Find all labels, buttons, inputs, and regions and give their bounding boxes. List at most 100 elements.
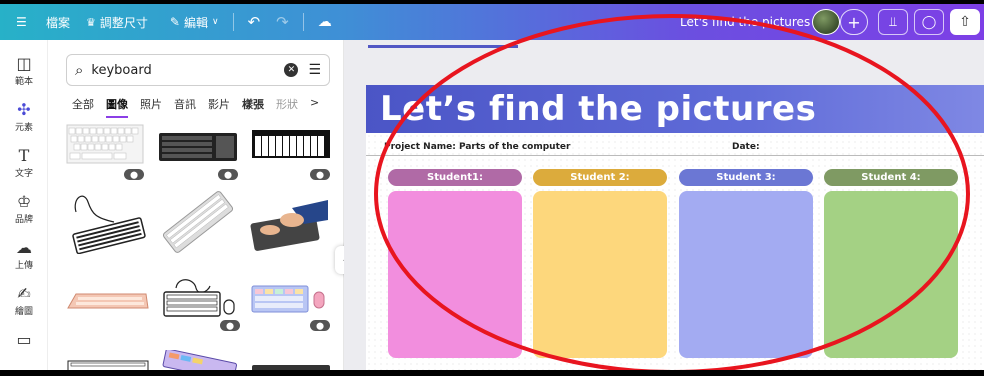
hamburger-icon[interactable]: ☰ (8, 4, 32, 40)
undo-button[interactable]: ↶ (240, 4, 269, 40)
keyboard-layout-icon (66, 124, 144, 164)
rail-item-label: 範本 (14, 77, 33, 87)
screenshot-frame: ☰ 檔案 ♛ 調整尺寸 ✎ 編輯 ∨ ↶ ↷ ☁ Let's find the … (0, 0, 984, 376)
tab-all[interactable]: 全部 (72, 96, 94, 118)
keyboard-graphic-5[interactable] (160, 350, 240, 370)
redo-button[interactable]: ↷ (268, 4, 297, 40)
peach-keyboard-icon (67, 293, 149, 309)
left-rail: ◫ 範本 ✣ 元素 T 文字 ♔ 品牌 ☁ 上傳 ✍ 繪圖 ▭ (0, 40, 48, 370)
keyboard-graphic-2[interactable] (158, 130, 238, 164)
chevron-down-icon: ∨ (211, 17, 219, 27)
file-menu-label: 檔案 (46, 15, 71, 30)
edit-label: 編輯 (183, 15, 208, 30)
text-icon: T (18, 146, 30, 165)
premium-badge: ⬤ (124, 169, 144, 180)
premium-badge: ⬤ (220, 320, 240, 331)
angled-keyboard-icon (162, 191, 234, 253)
draw-icon: ✍ (17, 284, 31, 303)
student-1-box[interactable] (388, 191, 522, 358)
slide-title[interactable]: Let’s find the pictures (380, 89, 816, 129)
student-3-box[interactable] (679, 191, 813, 358)
crown-icon: ♛ (86, 15, 96, 29)
premium-badge: ⬤ (310, 320, 330, 331)
edit-menu[interactable]: ✎ 編輯 ∨ (162, 4, 227, 40)
tabs-next-arrow[interactable]: > (310, 96, 319, 118)
rail-item-draw[interactable]: ✍ 繪圖 (0, 284, 48, 326)
top-toolbar: ☰ 檔案 ♛ 調整尺寸 ✎ 編輯 ∨ ↶ ↷ ☁ Let's find the … (0, 4, 984, 40)
typing-hands-graphic[interactable] (248, 190, 330, 254)
piano-keys-icon (252, 130, 330, 158)
tab-shapes[interactable]: 形狀 (276, 96, 298, 118)
slide-page[interactable]: Let’s find the pictures Project Name: Pa… (366, 85, 984, 370)
document-title[interactable]: Let's find the pictures (680, 4, 810, 40)
search-input[interactable]: ⌕ keyboard ✕ ☰ (66, 54, 330, 86)
add-collaborator-button[interactable]: + (840, 9, 868, 35)
toolbar-divider (232, 13, 234, 31)
premium-badge: ⬤ (218, 169, 238, 180)
tab-photos[interactable]: 照片 (140, 96, 162, 118)
avatar[interactable] (812, 9, 840, 35)
hands-typing-icon (250, 200, 328, 251)
dark-keyboard-partial-icon (252, 365, 330, 370)
tab-graphics[interactable]: 圖像 (106, 96, 128, 118)
piano-keyboard-graphic[interactable] (252, 130, 330, 158)
premium-badge: ⬤ (310, 169, 330, 180)
student-4-header[interactable]: Student 4: (824, 169, 958, 186)
project-name-label[interactable]: Project Name: Parts of the computer (384, 142, 570, 152)
pink-keyboard-graphic[interactable] (66, 286, 150, 316)
toolbar-divider (302, 13, 304, 31)
search-value: keyboard (91, 62, 152, 78)
bar-chart-icon: ⫫ (889, 14, 897, 30)
tab-mockups[interactable]: 樣張 (242, 96, 264, 118)
rail-item-elements[interactable]: ✣ 元素 (0, 100, 48, 142)
pastel-keyboard-mouse-icon (251, 285, 325, 313)
upload-icon: ☁ (16, 238, 32, 257)
share-button[interactable]: ⇧ (950, 9, 980, 35)
pastel-keyboard-graphic[interactable] (248, 280, 330, 320)
keyboard-graphic-1[interactable] (66, 124, 144, 170)
student-2-box[interactable] (533, 191, 667, 358)
rail-item-templates[interactable]: ◫ 範本 (0, 54, 48, 96)
white-keyboard-graphic[interactable] (160, 190, 236, 254)
rail-item-text[interactable]: T 文字 (0, 146, 48, 188)
comments-button[interactable]: ◯ (914, 9, 944, 35)
share-icon: ⇧ (959, 14, 971, 30)
keyboard-graphic-6[interactable] (252, 358, 330, 370)
student-4-box[interactable] (824, 191, 958, 358)
resize-button[interactable]: ♛ 調整尺寸 (78, 4, 156, 40)
rail-item-projects[interactable]: ▭ (0, 330, 48, 370)
colorful-keyboard-icon (162, 350, 238, 370)
cloud-check-icon: ☁ (317, 14, 332, 30)
student-1-header[interactable]: Student1: (388, 169, 522, 186)
date-label[interactable]: Date: (732, 142, 760, 152)
keyboard-dark-icon (159, 133, 237, 161)
design-canvas: Let’s find the pictures Project Name: Pa… (344, 40, 984, 370)
pencil-icon: ✎ (169, 15, 180, 29)
tab-audio[interactable]: 音訊 (174, 96, 196, 118)
previous-page-edge (368, 40, 518, 48)
corded-keyboard-graphic[interactable] (66, 188, 150, 254)
rail-item-brand[interactable]: ♔ 品牌 (0, 192, 48, 234)
rail-item-label: 上傳 (14, 261, 33, 271)
student-2-header[interactable]: Student 2: (533, 169, 667, 186)
rail-item-label: 文字 (14, 169, 33, 179)
insights-button[interactable]: ⫫ (878, 9, 908, 35)
cloud-save-status[interactable]: ☁ (310, 4, 340, 40)
filter-icon[interactable]: ☰ (308, 62, 321, 78)
folder-icon: ▭ (16, 330, 32, 349)
template-icon: ◫ (16, 54, 32, 73)
tab-videos[interactable]: 影片 (208, 96, 230, 118)
keyboard-cable-icon (72, 195, 146, 254)
clear-icon[interactable]: ✕ (284, 63, 299, 77)
file-menu[interactable]: 檔案 (38, 4, 78, 40)
keyboard-graphic-4[interactable] (66, 356, 150, 370)
outline-keyboard-graphic[interactable] (158, 276, 240, 320)
undo-icon: ↶ (247, 13, 261, 31)
brand-icon: ♔ (16, 192, 32, 211)
rail-item-label: 品牌 (14, 215, 33, 225)
student-3-header[interactable]: Student 3: (679, 169, 813, 186)
rail-item-upload[interactable]: ☁ 上傳 (0, 238, 48, 280)
rail-item-label: 元素 (14, 123, 33, 133)
elements-panel: ⌕ keyboard ✕ ☰ 全部 圖像 照片 音訊 影片 樣張 形狀 > ⬤ … (48, 40, 344, 370)
divider-line (366, 155, 984, 156)
